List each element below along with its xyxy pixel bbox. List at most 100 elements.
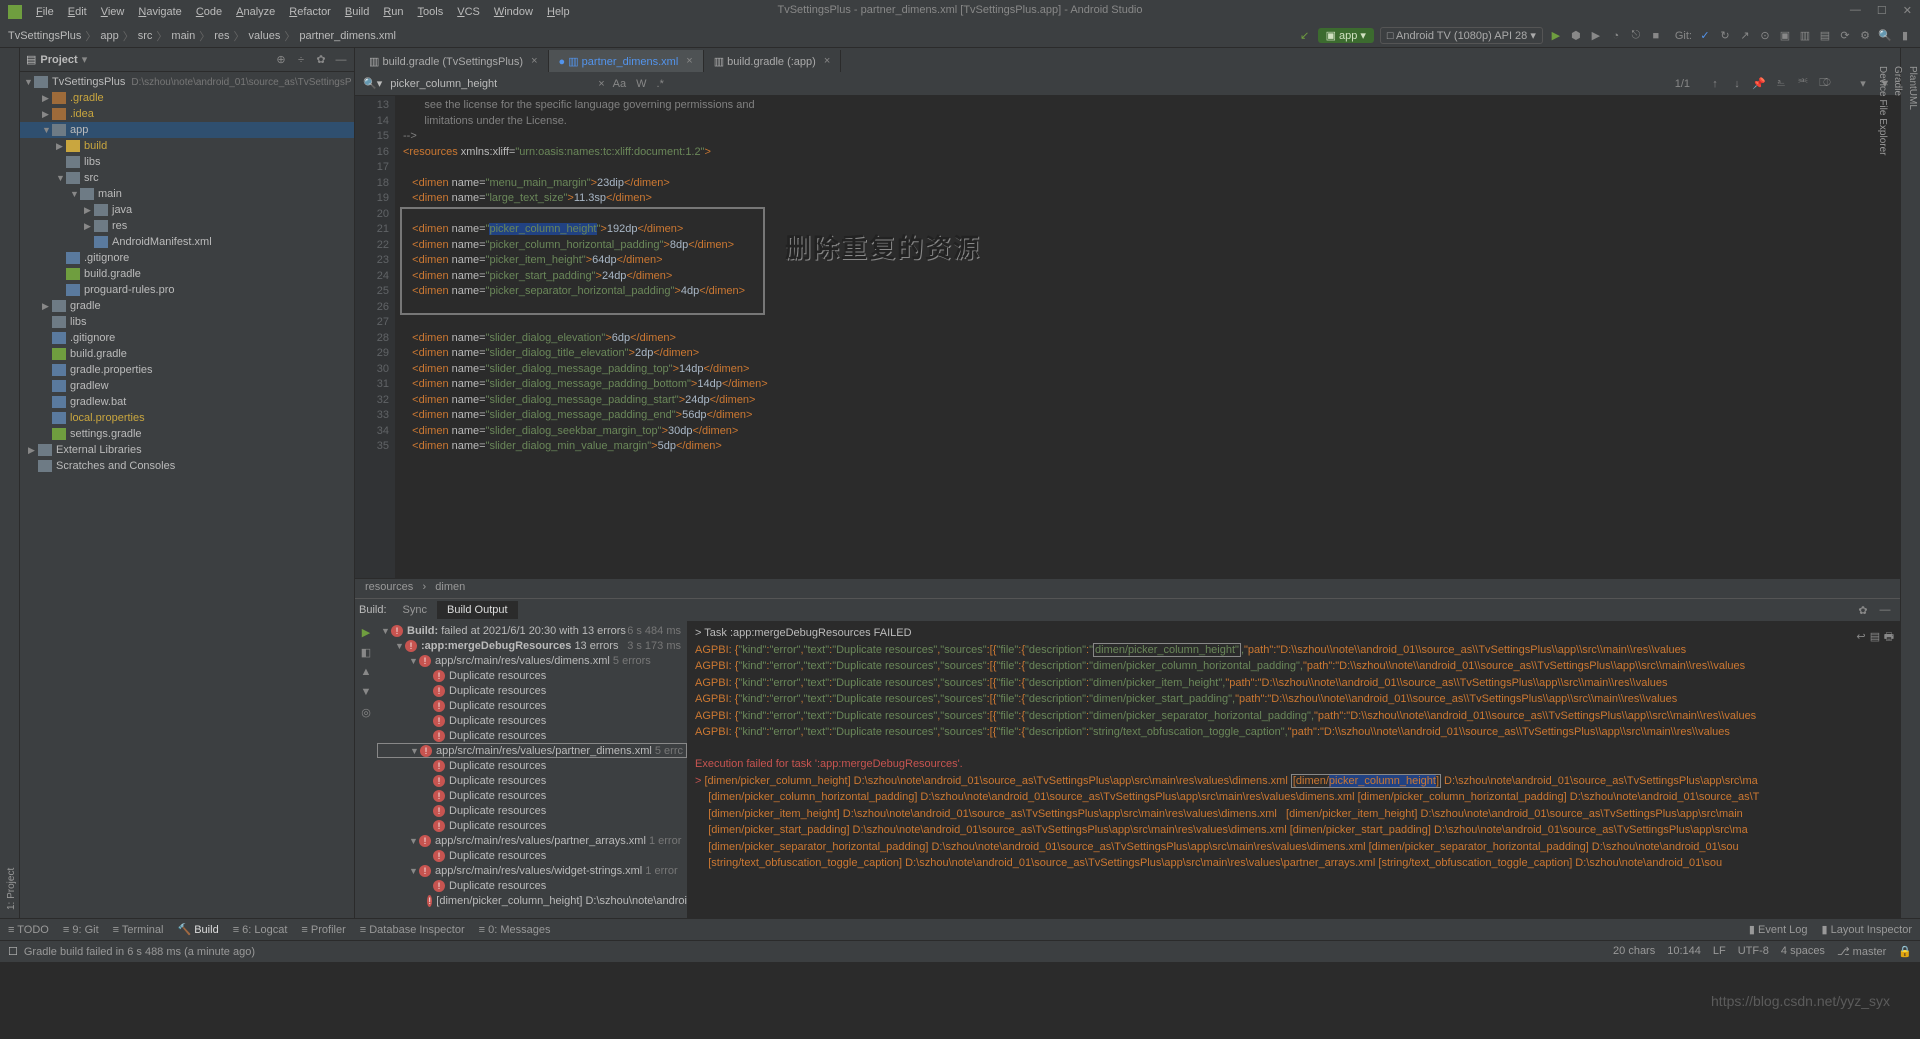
minimize-icon[interactable]: — xyxy=(1850,4,1861,17)
breadcrumb-item[interactable]: res xyxy=(214,30,229,42)
tree-row[interactable]: libs xyxy=(20,314,354,330)
tree-row[interactable]: AndroidManifest.xml xyxy=(20,234,354,250)
tree-row[interactable]: Scratches and Consoles xyxy=(20,458,354,474)
tree-row[interactable]: ▼main xyxy=(20,186,354,202)
structure-icon[interactable]: ▤ xyxy=(1818,29,1832,43)
tree-row[interactable]: gradlew xyxy=(20,378,354,394)
build-tab-sync[interactable]: Sync xyxy=(393,601,437,619)
dropdown-icon[interactable]: ▾ xyxy=(82,53,88,66)
editor-tab[interactable]: ▥ build.gradle (:app)× xyxy=(704,50,842,72)
rerun-icon[interactable]: ▶ xyxy=(359,625,373,639)
tree-row[interactable]: ▶.idea xyxy=(20,106,354,122)
tree-row[interactable]: .gitignore xyxy=(20,250,354,266)
menu-view[interactable]: View xyxy=(95,4,131,20)
tree-row[interactable]: settings.gradle xyxy=(20,426,354,442)
git-update-icon[interactable]: ✓ xyxy=(1698,29,1712,43)
bottom-item-right[interactable]: ▮ Event Log xyxy=(1749,923,1808,936)
hide-icon[interactable]: — xyxy=(334,53,348,67)
build-output[interactable]: > Task :app:mergeDebugResources FAILED A… xyxy=(687,621,1900,918)
tree-row[interactable]: ▼app xyxy=(20,122,354,138)
avd-icon[interactable]: ▣ xyxy=(1778,29,1792,43)
regex-icon[interactable]: .* xyxy=(657,78,664,90)
build-gear-icon[interactable]: ✿ xyxy=(1856,603,1870,617)
menu-build[interactable]: Build xyxy=(339,4,375,20)
menu-edit[interactable]: Edit xyxy=(62,4,93,20)
breadcrumb-item[interactable]: src xyxy=(138,30,153,42)
prev-match-icon[interactable]: ↑ xyxy=(1708,77,1722,91)
tree-row[interactable]: ▶res xyxy=(20,218,354,234)
tree-row[interactable]: proguard-rules.pro xyxy=(20,282,354,298)
tab-close-icon[interactable]: × xyxy=(824,55,830,67)
next-match-icon[interactable]: ↓ xyxy=(1730,77,1744,91)
left-tab[interactable]: 1: Project xyxy=(4,58,19,918)
build-row[interactable]: !Duplicate resources xyxy=(377,848,687,863)
build-row[interactable]: !Duplicate resources xyxy=(377,773,687,788)
build-row[interactable]: ▼!app/src/main/res/values/partner_arrays… xyxy=(377,833,687,848)
bottom-item[interactable]: 🔨 Build xyxy=(177,923,218,936)
tree-row[interactable]: ▶java xyxy=(20,202,354,218)
tab-close-icon[interactable]: × xyxy=(686,55,692,67)
build-row[interactable]: !Duplicate resources xyxy=(377,713,687,728)
pin-icon[interactable]: 📌 xyxy=(1752,77,1766,91)
build-row[interactable]: !Duplicate resources xyxy=(377,803,687,818)
bottom-item[interactable]: ≡ 6: Logcat xyxy=(233,924,288,936)
gear-icon[interactable]: ✿ xyxy=(314,53,328,67)
tree-row[interactable]: gradle.properties xyxy=(20,362,354,378)
tree-row[interactable]: ▶gradle xyxy=(20,298,354,314)
tree-row[interactable]: ▶build xyxy=(20,138,354,154)
help-icon[interactable]: ▮ xyxy=(1898,29,1912,43)
build-tree[interactable]: ▼!Build: failed at 2021/6/1 20:30 with 1… xyxy=(377,621,687,918)
remove-selection-icon[interactable]: ⎄ xyxy=(1818,77,1832,91)
tree-row[interactable]: ▶.gradle xyxy=(20,90,354,106)
build-row[interactable]: !Duplicate resources xyxy=(377,788,687,803)
build-row[interactable]: ▼!:app:mergeDebugResources 13 errors3 s … xyxy=(377,638,687,653)
menu-navigate[interactable]: Navigate xyxy=(132,4,187,20)
editor-tab[interactable]: ● ▥ partner_dimens.xml× xyxy=(549,50,704,72)
build-row[interactable]: ▼!Build: failed at 2021/6/1 20:30 with 1… xyxy=(377,623,687,638)
device-selector[interactable]: □ Android TV (1080p) API 28 ▾ xyxy=(1380,27,1543,44)
bottom-item[interactable]: ≡ 9: Git xyxy=(63,924,99,936)
menu-run[interactable]: Run xyxy=(377,4,409,20)
bottom-item[interactable]: ≡ 0: Messages xyxy=(479,924,551,936)
scroll-end-icon[interactable]: ▤ xyxy=(1868,631,1882,645)
build-row[interactable]: !Duplicate resources xyxy=(377,683,687,698)
tree-row[interactable]: libs xyxy=(20,154,354,170)
tree-row[interactable]: build.gradle xyxy=(20,266,354,282)
menu-help[interactable]: Help xyxy=(541,4,576,20)
collapse-icon[interactable]: ▼ xyxy=(359,685,373,699)
build-row[interactable]: ▼!app/src/main/res/values/partner_dimens… xyxy=(377,743,687,758)
maximize-icon[interactable]: ☐ xyxy=(1877,4,1887,17)
tab-close-icon[interactable]: × xyxy=(531,55,537,67)
coverage-icon[interactable]: ▶ xyxy=(1589,29,1603,43)
target-icon[interactable]: ◎ xyxy=(359,705,373,719)
add-selection-icon[interactable]: ⎃ xyxy=(1796,77,1810,91)
settings-icon[interactable]: ⚙ xyxy=(1858,29,1872,43)
filter-icon[interactable]: ▾ xyxy=(1856,77,1870,91)
words-icon[interactable]: W xyxy=(636,78,646,90)
project-view-icon[interactable]: ▤ xyxy=(26,53,36,66)
code-body[interactable]: see the license for the specific languag… xyxy=(395,96,1900,578)
status-lock-icon[interactable]: 🔒 xyxy=(1898,945,1912,958)
menu-vcs[interactable]: VCS xyxy=(451,4,486,20)
case-icon[interactable]: Aa xyxy=(613,78,626,90)
select-all-icon[interactable]: ⎁ xyxy=(1774,77,1788,91)
build-row[interactable]: !Duplicate resources xyxy=(377,698,687,713)
menu-code[interactable]: Code xyxy=(190,4,228,20)
menu-refactor[interactable]: Refactor xyxy=(283,4,337,20)
print-icon[interactable]: 🖶 xyxy=(1882,631,1896,645)
tree-row[interactable]: ▶External Libraries xyxy=(20,442,354,458)
build-row[interactable]: ▼!app/src/main/res/values/dimens.xml 5 e… xyxy=(377,653,687,668)
build-row[interactable]: ![dimen/picker_column_height] D:\szhou\n… xyxy=(377,893,687,908)
build-row[interactable]: !Duplicate resources xyxy=(377,728,687,743)
build-row[interactable]: !Duplicate resources xyxy=(377,668,687,683)
sync-icon[interactable]: ↙ xyxy=(1298,29,1312,43)
bottom-item[interactable]: ≡ TODO xyxy=(8,924,49,936)
breadcrumb-item[interactable]: values xyxy=(249,30,281,42)
build-tab-output[interactable]: Build Output xyxy=(437,601,518,619)
tree-row[interactable]: build.gradle xyxy=(20,346,354,362)
bottom-item[interactable]: ≡ Database Inspector xyxy=(360,924,465,936)
profiler-icon[interactable]: ◔ xyxy=(1609,29,1623,43)
build-row[interactable]: !Duplicate resources xyxy=(377,878,687,893)
bottom-item-right[interactable]: ▮ Layout Inspector xyxy=(1822,923,1912,936)
build-row[interactable]: ▼!app/src/main/res/values/widget-strings… xyxy=(377,863,687,878)
